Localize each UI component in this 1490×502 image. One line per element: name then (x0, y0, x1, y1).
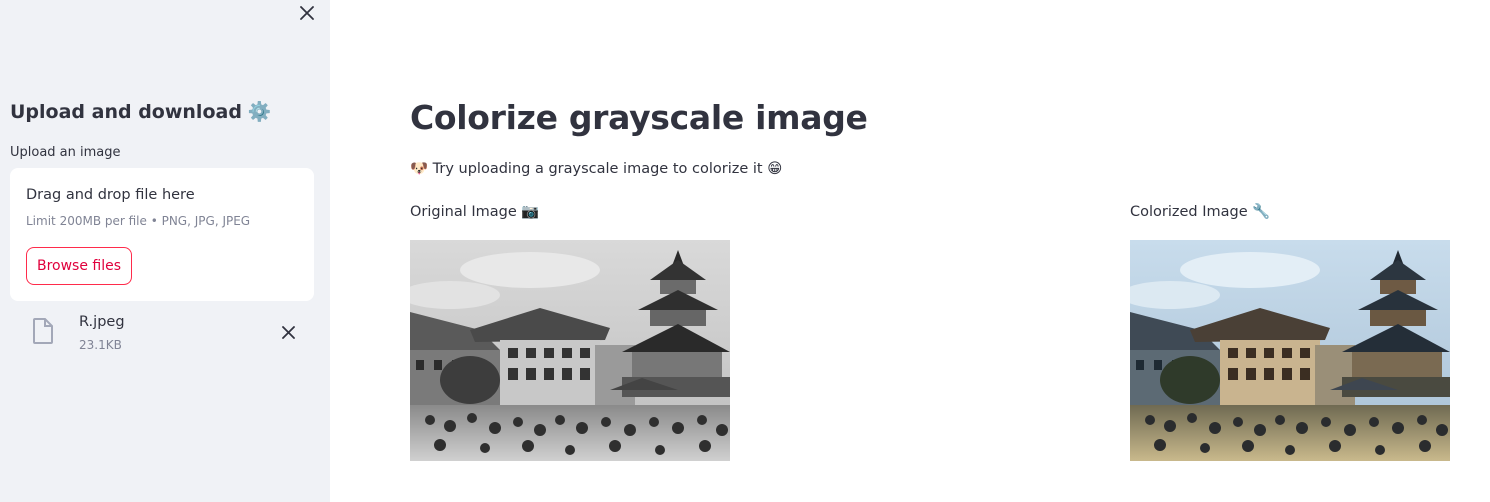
intro-text: 🐶 Try uploading a grayscale image to col… (410, 161, 783, 177)
sidebar-header: Upload and download ⚙️ (10, 100, 272, 124)
file-name: R.jpeg (79, 314, 125, 330)
browse-files-button[interactable]: Browse files (26, 247, 132, 285)
gear-icon: ⚙️ (247, 101, 272, 123)
main-content: Colorize grayscale image 🐶 Try uploading… (330, 0, 1490, 502)
uploaded-file: R.jpeg 23.1KB (30, 312, 320, 356)
dropzone-limit: Limit 200MB per file • PNG, JPG, JPEG (26, 214, 251, 228)
sidebar-header-text: Upload and download (10, 100, 242, 123)
close-icon (281, 325, 295, 339)
file-size: 23.1KB (79, 338, 122, 352)
sidebar: Upload and download ⚙️ Upload an image D… (0, 0, 330, 502)
remove-file-button[interactable] (278, 322, 298, 342)
file-dropzone[interactable]: Drag and drop file here Limit 200MB per … (10, 168, 314, 301)
original-image (410, 240, 730, 461)
colorized-image (1130, 240, 1450, 461)
page-title: Colorize grayscale image (410, 98, 868, 137)
dropzone-title: Drag and drop file here (26, 187, 195, 203)
close-icon (300, 6, 314, 20)
app-root: Upload and download ⚙️ Upload an image D… (0, 0, 1490, 502)
sidebar-close-button[interactable] (296, 2, 318, 24)
colorized-image-caption: Colorized Image 🔧 (1130, 204, 1271, 220)
file-icon (33, 318, 53, 344)
upload-label: Upload an image (10, 145, 121, 160)
original-image-caption: Original Image 📷 (410, 204, 540, 220)
